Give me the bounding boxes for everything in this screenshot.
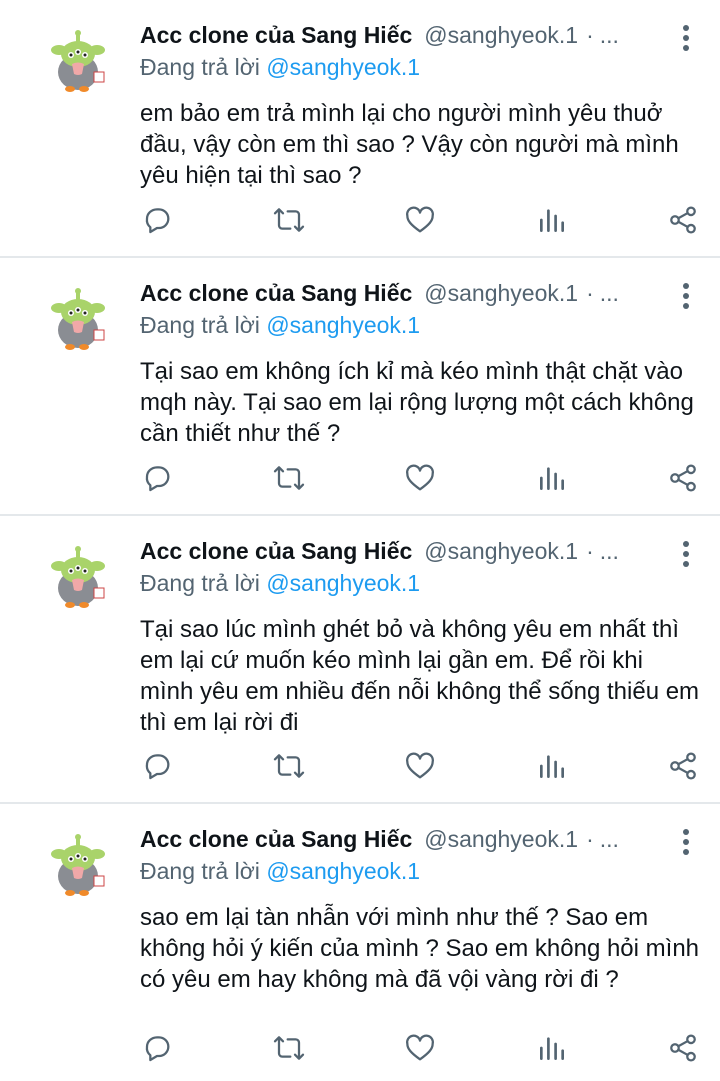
replying-to: Đang trả lời @sanghyeok.1 — [140, 570, 700, 602]
avatar-image — [44, 28, 112, 96]
truncated-timestamp: ... — [599, 21, 619, 48]
tweet-card[interactable]: Acc clone của Sang Hiếc @sanghyeok.1 · .… — [0, 804, 720, 1081]
replying-to: Đang trả lời @sanghyeok.1 — [140, 858, 700, 890]
like-icon[interactable] — [403, 203, 437, 237]
tweet-card[interactable]: Acc clone của Sang Hiếc @sanghyeok.1 · .… — [0, 258, 720, 516]
like-icon[interactable] — [403, 1031, 437, 1065]
replying-to-label: Đang trả lời — [140, 312, 267, 338]
author-name[interactable]: Acc clone của Sang Hiếc — [140, 538, 412, 565]
tweet-actions — [140, 460, 700, 496]
share-icon[interactable] — [666, 1031, 700, 1065]
reply-icon[interactable] — [140, 461, 174, 495]
views-icon[interactable] — [535, 461, 569, 495]
truncated-timestamp: ... — [599, 537, 619, 564]
reply-icon[interactable] — [140, 749, 174, 783]
reply-icon[interactable] — [140, 203, 174, 237]
avatar-image — [44, 832, 112, 900]
tweet-actions — [140, 1030, 700, 1066]
share-icon[interactable] — [666, 461, 700, 495]
reply-icon[interactable] — [140, 1031, 174, 1065]
avatar[interactable] — [44, 832, 112, 900]
like-icon[interactable] — [403, 461, 437, 495]
tweet-card[interactable]: Acc clone của Sang Hiếc @sanghyeok.1 · .… — [0, 516, 720, 804]
reply-mention-link[interactable]: @sanghyeok.1 — [266, 570, 420, 596]
tweet-card[interactable]: Acc clone của Sang Hiếc @sanghyeok.1 · .… — [0, 0, 720, 258]
views-icon[interactable] — [535, 1031, 569, 1065]
author-handle[interactable]: @sanghyeok.1 — [424, 280, 578, 307]
share-icon[interactable] — [666, 749, 700, 783]
reply-mention-link[interactable]: @sanghyeok.1 — [266, 858, 420, 884]
tweet-text: em bảo em trả mình lại cho người mình yê… — [140, 100, 679, 189]
avatar[interactable] — [44, 544, 112, 612]
avatar[interactable] — [44, 286, 112, 354]
replying-to-label: Đang trả lời — [140, 858, 267, 884]
reply-feed: Acc clone của Sang Hiếc @sanghyeok.1 · .… — [0, 0, 720, 1081]
tweet-text: Tại sao lúc mình ghét bỏ và không yêu em… — [140, 616, 700, 736]
share-icon[interactable] — [666, 203, 700, 237]
truncated-timestamp: ... — [599, 279, 619, 306]
tweet-text: Tại sao em không ích kỉ mà kéo mình thật… — [140, 358, 694, 447]
replying-to: Đang trả lời @sanghyeok.1 — [140, 54, 700, 86]
replying-to-label: Đang trả lời — [140, 54, 267, 80]
avatar-image — [44, 286, 112, 354]
author-handle[interactable]: @sanghyeok.1 — [424, 538, 578, 565]
author-handle[interactable]: @sanghyeok.1 — [424, 826, 578, 853]
separator-dot: · — [586, 21, 594, 48]
author-name[interactable]: Acc clone của Sang Hiếc — [140, 280, 412, 307]
truncated-timestamp: ... — [599, 825, 619, 852]
author-name[interactable]: Acc clone của Sang Hiếc — [140, 22, 412, 49]
replying-to-label: Đang trả lời — [140, 570, 267, 596]
separator-dot: · — [586, 825, 594, 852]
reply-mention-link[interactable]: @sanghyeok.1 — [266, 312, 420, 338]
retweet-icon[interactable] — [272, 749, 306, 783]
tweet-actions — [140, 202, 700, 238]
author-handle[interactable]: @sanghyeok.1 — [424, 22, 578, 49]
tweet-text: sao em lại tàn nhẫn với mình như thế ? S… — [140, 904, 700, 993]
avatar-image — [44, 544, 112, 612]
separator-dot: · — [586, 279, 594, 306]
tweet-actions — [140, 748, 700, 784]
reply-mention-link[interactable]: @sanghyeok.1 — [266, 54, 420, 80]
retweet-icon[interactable] — [272, 461, 306, 495]
like-icon[interactable] — [403, 749, 437, 783]
retweet-icon[interactable] — [272, 203, 306, 237]
views-icon[interactable] — [535, 749, 569, 783]
author-name[interactable]: Acc clone của Sang Hiếc — [140, 826, 412, 853]
replying-to: Đang trả lời @sanghyeok.1 — [140, 312, 700, 344]
separator-dot: · — [586, 537, 594, 564]
views-icon[interactable] — [535, 203, 569, 237]
retweet-icon[interactable] — [272, 1031, 306, 1065]
avatar[interactable] — [44, 28, 112, 96]
